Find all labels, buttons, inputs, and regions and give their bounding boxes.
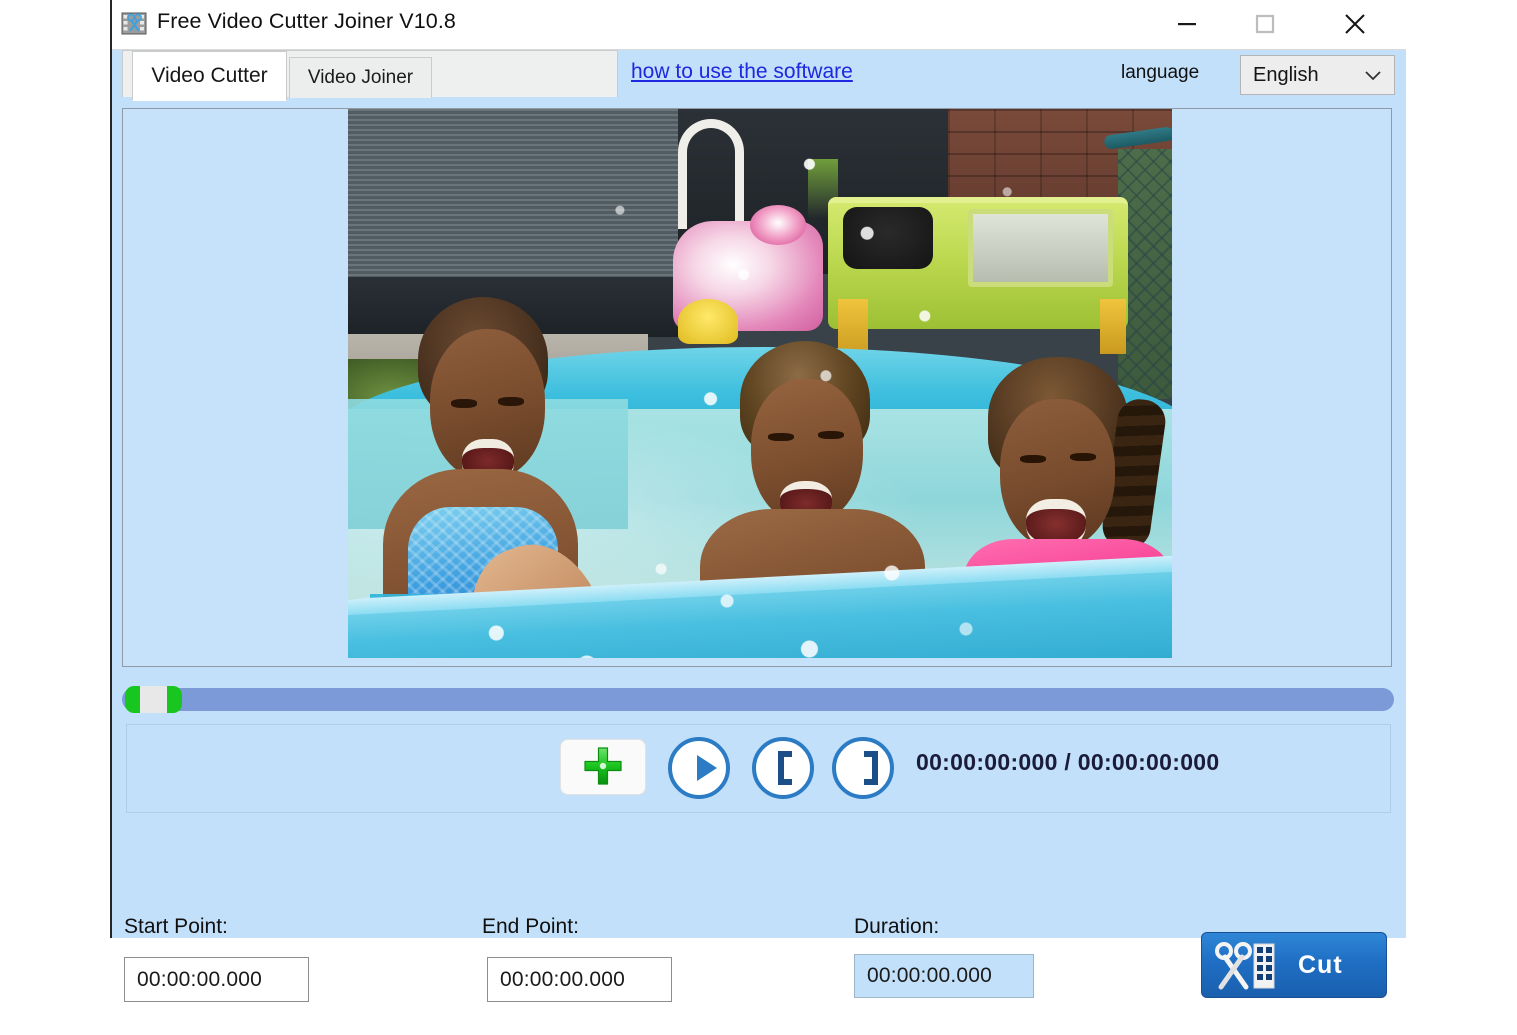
language-label: language — [1121, 62, 1200, 83]
how-to-use-link[interactable]: how to use the software — [631, 60, 853, 84]
set-start-point-button[interactable] — [752, 737, 814, 799]
tab-video-cutter[interactable]: Video Cutter — [132, 51, 287, 101]
plus-icon — [584, 746, 622, 785]
title-bar: Free Video Cutter Joiner V10.8 — [112, 0, 1406, 50]
tab-video-joiner-label: Video Joiner — [307, 67, 414, 88]
application-window: Free Video Cutter Joiner V10.8 Video Cut… — [110, 0, 1406, 1002]
scissors-film-icon — [121, 11, 149, 37]
duration-field: 00:00:00.000 — [854, 954, 1034, 998]
seek-bar[interactable] — [122, 682, 1397, 713]
duration-label: Duration: — [854, 915, 940, 938]
window-title: Free Video Cutter Joiner V10.8 — [157, 9, 456, 33]
close-icon — [1345, 14, 1365, 34]
seek-track[interactable] — [122, 688, 1394, 711]
play-button[interactable] — [668, 737, 730, 799]
minimize-icon — [1178, 23, 1196, 26]
main-content: 00:00:00:000 / 00:00:00:000 Start Point:… — [112, 97, 1406, 1002]
start-point-value: 00:00:00.000 — [137, 967, 263, 991]
set-end-bracket-icon — [864, 751, 878, 785]
start-point-label: Start Point: — [124, 915, 228, 938]
end-point-label: End Point: — [482, 915, 579, 938]
play-icon — [697, 755, 717, 781]
language-selected-value: English — [1253, 64, 1319, 86]
maximize-button[interactable] — [1234, 0, 1296, 48]
tab-video-joiner[interactable]: Video Joiner — [289, 57, 432, 98]
close-button[interactable] — [1324, 0, 1386, 48]
video-frame — [348, 109, 1172, 658]
tab-strip: Video Cutter Video Joiner how to use the… — [112, 50, 1406, 101]
set-end-point-button[interactable] — [832, 737, 894, 799]
video-preview-panel[interactable] — [122, 108, 1392, 667]
cut-button-label: Cut — [1298, 951, 1343, 979]
duration-value: 00:00:00.000 — [867, 964, 993, 987]
add-file-button[interactable] — [560, 739, 646, 795]
scissors-film-icon — [1214, 941, 1282, 994]
start-point-input[interactable]: 00:00:00.000 — [124, 957, 309, 1002]
end-point-input[interactable]: 00:00:00.000 — [487, 957, 672, 1002]
trim-fields-area: Start Point: 00:00:00.000 End Point: 00:… — [112, 817, 1406, 1035]
chevron-down-icon — [1364, 69, 1382, 87]
seek-thumb[interactable] — [125, 686, 182, 713]
end-point-value: 00:00:00.000 — [500, 967, 626, 991]
cut-button[interactable]: Cut — [1201, 932, 1387, 998]
maximize-icon — [1255, 14, 1275, 34]
set-start-bracket-icon — [778, 751, 792, 785]
time-display: 00:00:00:000 / 00:00:00:000 — [916, 749, 1220, 775]
minimize-button[interactable] — [1156, 0, 1218, 48]
playback-control-panel: 00:00:00:000 / 00:00:00:000 — [126, 724, 1391, 813]
language-select[interactable]: English — [1240, 55, 1395, 95]
tab-video-cutter-label: Video Cutter — [151, 64, 268, 87]
